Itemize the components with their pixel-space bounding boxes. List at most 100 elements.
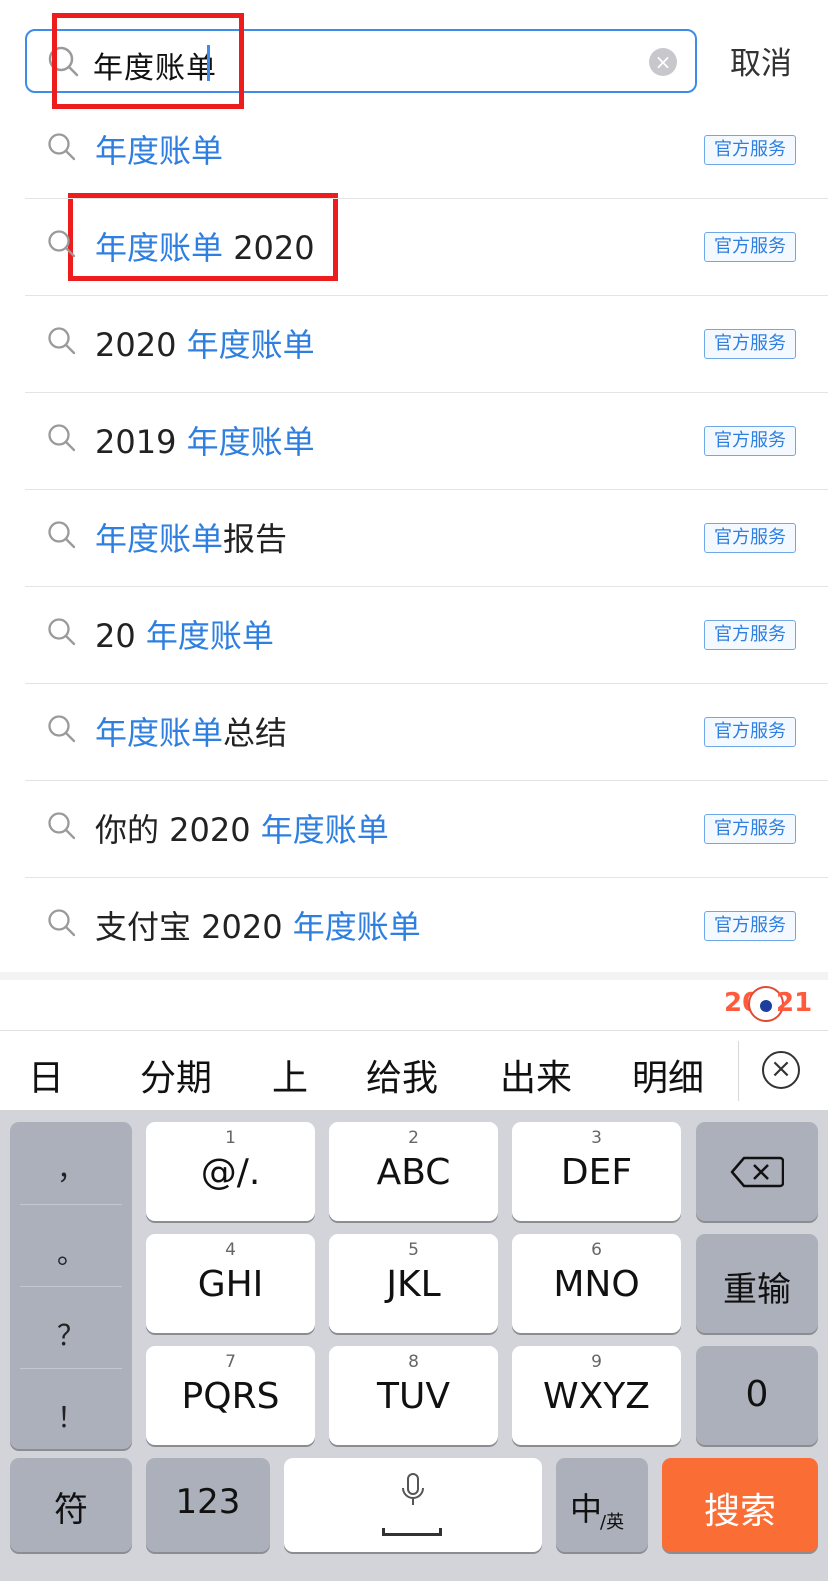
suggestion-text: 年度账单报告	[95, 514, 287, 560]
key-2[interactable]: 2 ABC	[329, 1122, 498, 1221]
close-candidates-icon[interactable]: ×	[762, 1051, 800, 1089]
official-service-tag: 官方服务	[704, 426, 796, 456]
key-number: 7	[225, 1352, 236, 1372]
suggestion-text-part: 2020	[223, 229, 315, 267]
search-icon	[47, 617, 77, 651]
search-icon	[47, 423, 77, 457]
punct-exclaim-key[interactable]: ！	[10, 1396, 132, 1436]
punctuation-column[interactable]: ， 。 ？ ！	[10, 1122, 132, 1449]
suggestion-row[interactable]: 2019 年度账单 官方服务	[0, 393, 828, 490]
suggestion-text-part: 2019	[95, 423, 187, 461]
key-label: TUV	[377, 1376, 450, 1417]
keyword-highlight: 年度账单	[186, 326, 315, 364]
candidate-item[interactable]: 出来	[500, 1049, 572, 1101]
candidate-item[interactable]: 上	[272, 1049, 308, 1101]
suggestion-row[interactable]: 年度账单报告 官方服务	[0, 490, 828, 587]
official-service-tag: 官方服务	[704, 523, 796, 553]
keyword-highlight: 年度账单	[95, 229, 224, 267]
candidate-item[interactable]: 给我	[366, 1049, 438, 1101]
suggestion-row[interactable]: 2020 年度账单 官方服务	[0, 296, 828, 393]
suggestion-text: 2019 年度账单	[95, 417, 315, 463]
official-service-tag: 官方服务	[704, 814, 796, 844]
key-label: @/.	[200, 1152, 261, 1193]
promo-2021-badge[interactable]: 20 21	[724, 982, 813, 1026]
keyword-highlight: 年度账单	[292, 908, 421, 946]
official-service-tag: 官方服务	[704, 620, 796, 650]
search-icon	[47, 132, 77, 166]
punct-comma-key[interactable]: ，	[10, 1148, 132, 1188]
key-6[interactable]: 6 MNO	[512, 1234, 681, 1333]
key-4[interactable]: 4 GHI	[146, 1234, 315, 1333]
keyword-highlight: 年度账单	[95, 714, 224, 752]
key-1[interactable]: 1 @/.	[146, 1122, 315, 1221]
official-service-tag: 官方服务	[704, 135, 796, 165]
numeric-key[interactable]: 123	[146, 1458, 270, 1552]
suggestion-text: 支付宝 2020 年度账单	[95, 902, 421, 948]
key-0[interactable]: 0	[696, 1346, 818, 1445]
divider	[20, 1368, 122, 1369]
search-query-text: 年度账单	[93, 51, 217, 86]
text-caret	[207, 45, 210, 81]
key-label: 中	[570, 1490, 603, 1528]
key-9[interactable]: 9 WXYZ	[512, 1346, 681, 1445]
key-label: 重输	[723, 1270, 791, 1310]
search-input[interactable]: 年度账单 ×	[25, 29, 697, 93]
search-icon	[47, 520, 77, 554]
suggestion-text: 年度账单 2020	[95, 223, 315, 269]
key-label: WXYZ	[543, 1376, 650, 1417]
keyword-highlight: 年度账单	[145, 617, 274, 655]
key-number: 5	[408, 1240, 419, 1260]
key-number: 3	[591, 1128, 602, 1148]
suggestion-list: 年度账单 官方服务 年度账单 2020 官方服务 2020 年度账单 官方服务 2019 年…	[0, 102, 828, 975]
cancel-button[interactable]: 取消	[730, 38, 792, 83]
official-service-tag: 官方服务	[704, 329, 796, 359]
key-7[interactable]: 7 PQRS	[146, 1346, 315, 1445]
key-8[interactable]: 8 TUV	[329, 1346, 498, 1445]
key-number: 1	[225, 1128, 236, 1148]
space-voice-key[interactable]	[284, 1458, 542, 1552]
key-5[interactable]: 5 JKL	[329, 1234, 498, 1333]
key-label: 搜索	[703, 1491, 776, 1532]
punct-period-key[interactable]: 。	[10, 1232, 132, 1272]
search-icon	[47, 811, 77, 845]
suggestion-row[interactable]: 年度账单总结 官方服务	[0, 684, 828, 781]
key-label: ABC	[376, 1152, 451, 1193]
keyboard: ， 。 ？ ！ 1 @/. 2 ABC 3 DEF 4 GHI 5 JKL 6 …	[0, 1110, 828, 1581]
language-switch-key[interactable]: 中 /英	[556, 1458, 648, 1552]
backspace-icon	[730, 1156, 784, 1188]
candidate-item[interactable]: 日	[28, 1049, 64, 1101]
reinput-key[interactable]: 重输	[696, 1234, 818, 1333]
key-label: 0	[745, 1374, 769, 1415]
official-service-tag: 官方服务	[704, 232, 796, 262]
badge-year-right: 21	[776, 988, 813, 1018]
suggestion-row[interactable]: 20 年度账单 官方服务	[0, 587, 828, 684]
official-service-tag: 官方服务	[704, 717, 796, 747]
suggestion-row[interactable]: 支付宝 2020 年度账单 官方服务	[0, 878, 828, 975]
key-number: 9	[591, 1352, 602, 1372]
punct-question-key[interactable]: ？	[10, 1314, 132, 1354]
key-3[interactable]: 3 DEF	[512, 1122, 681, 1221]
suggestion-row[interactable]: 年度账单 官方服务	[0, 102, 828, 199]
search-icon	[47, 229, 77, 263]
clear-icon[interactable]: ×	[649, 48, 677, 76]
divider	[20, 1204, 122, 1205]
search-key[interactable]: 搜索	[662, 1458, 818, 1552]
keyword-highlight: 年度账单	[95, 520, 224, 558]
symbol-key[interactable]: 符	[10, 1458, 132, 1552]
suggestion-text: 年度账单	[95, 126, 223, 172]
microphone-icon	[402, 1473, 424, 1505]
candidate-item[interactable]: 明细	[632, 1049, 704, 1101]
suggestion-row[interactable]: 年度账单 2020 官方服务	[0, 199, 828, 296]
backspace-key[interactable]	[696, 1122, 818, 1221]
key-label: 123	[175, 1482, 241, 1522]
candidate-item[interactable]: 分期	[140, 1049, 212, 1101]
suggestion-text-part: 总结	[223, 714, 288, 752]
search-icon	[47, 326, 77, 360]
suggestion-text-part: 报告	[223, 520, 288, 558]
suggestion-text-part: 20	[95, 617, 146, 655]
suggestion-row[interactable]: 你的 2020 年度账单 官方服务	[0, 781, 828, 878]
keyword-highlight: 年度账单	[95, 132, 224, 170]
key-label: GHI	[197, 1264, 264, 1305]
keyword-highlight: 年度账单	[260, 811, 389, 849]
key-label: DEF	[560, 1152, 633, 1193]
